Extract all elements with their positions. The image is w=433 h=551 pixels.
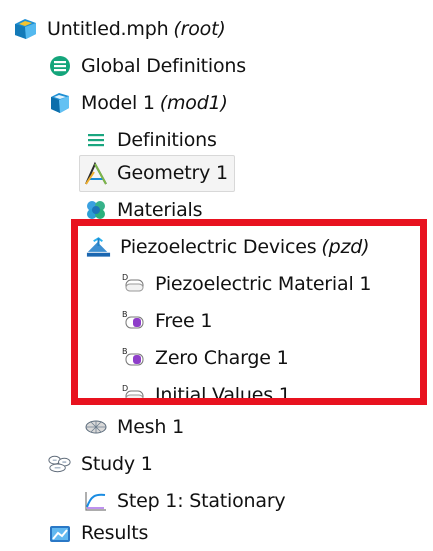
physics-label: Piezoelectric Devices (120, 235, 317, 258)
geometry-icon (82, 160, 109, 187)
step-label: Step 1: Stationary (117, 489, 286, 512)
boundary-node-icon: B (120, 345, 147, 372)
mesh-icon (82, 414, 109, 441)
tree-node-step[interactable]: Step 1: Stationary (82, 483, 286, 519)
model-root-icon (12, 16, 39, 43)
domain-node-icon: D (120, 382, 147, 409)
model-component-icon (46, 90, 73, 117)
svg-text:D: D (122, 384, 128, 393)
definitions-label: Definitions (117, 128, 217, 151)
tree-node-mesh[interactable]: Mesh 1 (82, 409, 184, 445)
model-tag: (mod1) (159, 91, 228, 114)
physics-child-label: Piezoelectric Material 1 (155, 272, 372, 295)
svg-text:B: B (122, 310, 127, 319)
tree-node-results[interactable]: Results (46, 515, 148, 551)
svg-text:B: B (122, 347, 127, 356)
tree-node-physics-child[interactable]: B Zero Charge 1 (120, 340, 289, 376)
model-builder-tree: Untitled.mph (root) Global Definitions M… (0, 0, 433, 543)
results-icon (46, 520, 73, 547)
study-icon (46, 451, 73, 478)
materials-icon (82, 197, 109, 224)
study-label: Study 1 (81, 452, 153, 475)
physics-child-label: Zero Charge 1 (155, 346, 289, 369)
tree-node-global-definitions[interactable]: Global Definitions (46, 48, 246, 84)
tree-node-physics[interactable]: Piezoelectric Devices (pzd) (85, 229, 370, 265)
materials-label: Materials (117, 198, 203, 221)
global-definitions-label: Global Definitions (81, 54, 246, 77)
results-label: Results (81, 521, 149, 544)
tree-node-definitions[interactable]: Definitions (82, 122, 217, 158)
svg-text:D: D (122, 273, 128, 282)
tree-node-physics-child[interactable]: D Initial Values 1 (120, 377, 291, 413)
physics-interface-icon (85, 234, 112, 261)
domain-node-icon: D (120, 271, 147, 298)
model-label: Model 1 (81, 91, 155, 114)
tree-node-physics-child[interactable]: B Free 1 (120, 303, 213, 339)
tree-node-materials[interactable]: Materials (82, 192, 202, 228)
stationary-step-icon (82, 488, 109, 515)
tree-node-root[interactable]: Untitled.mph (root) (12, 11, 226, 47)
geometry-label: Geometry 1 (117, 162, 228, 184)
root-tag: (root) (173, 17, 226, 40)
physics-child-label: Free 1 (155, 309, 213, 332)
mesh-label: Mesh 1 (117, 415, 184, 438)
physics-child-label: Initial Values 1 (155, 383, 291, 406)
tree-node-study[interactable]: Study 1 (46, 446, 153, 482)
root-label: Untitled.mph (47, 17, 169, 40)
tree-node-model[interactable]: Model 1 (mod1) (46, 85, 228, 121)
tree-node-geometry[interactable]: Geometry 1 (79, 155, 235, 192)
tree-node-physics-child[interactable]: D Piezoelectric Material 1 (120, 266, 372, 302)
global-definitions-icon (46, 53, 73, 80)
definitions-icon (82, 127, 109, 154)
physics-tag: (pzd) (321, 235, 370, 258)
boundary-node-icon: B (120, 308, 147, 335)
